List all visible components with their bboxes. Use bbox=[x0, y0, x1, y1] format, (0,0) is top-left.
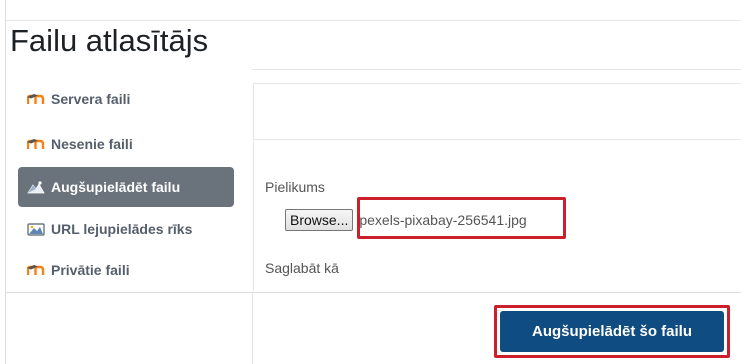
sidebar-item-label: Servera faili bbox=[51, 91, 131, 107]
selected-file-name: pexels-pixabay-256541.jpg bbox=[359, 212, 527, 228]
browse-button[interactable]: Browse... bbox=[285, 209, 354, 231]
sidebar-item-label: Augšupielādēt failu bbox=[51, 179, 181, 195]
file-input[interactable]: Browse... pexels-pixabay-256541.jpg bbox=[285, 208, 527, 232]
upload-repository-icon bbox=[27, 180, 45, 194]
sidebar-item-recent-files[interactable]: Nesenie faili bbox=[18, 124, 234, 164]
page-title: Failu atlasītājs bbox=[10, 23, 209, 58]
footer-divider bbox=[252, 293, 253, 364]
sidebar-item-label: Privātie faili bbox=[51, 262, 130, 278]
moodle-icon bbox=[27, 263, 45, 277]
moodle-icon bbox=[27, 137, 45, 151]
upload-file-button[interactable]: Augšupielādēt šo failu bbox=[500, 311, 724, 352]
sidebar-item-upload-file[interactable]: Augšupielādēt failu bbox=[18, 167, 234, 207]
sidebar-item-private-files[interactable]: Privātie faili bbox=[18, 250, 234, 290]
dialog-footer: Augšupielādēt šo failu bbox=[6, 292, 741, 364]
url-downloader-icon bbox=[27, 222, 45, 236]
repository-sidebar: Servera faili Nesenie faili Augšupielādē… bbox=[6, 69, 252, 291]
file-picker-dialog: Failu atlasītājs Servera faili Nesenie f… bbox=[0, 0, 741, 364]
dialog-header: Failu atlasītājs bbox=[6, 20, 741, 70]
moodle-icon bbox=[27, 92, 45, 106]
upload-form: Pielikums Browse... pexels-pixabay-25654… bbox=[253, 141, 741, 291]
file-picker-toolbar-area bbox=[253, 83, 741, 140]
save-as-label: Saglabāt kā bbox=[265, 260, 339, 276]
attachment-label: Pielikums bbox=[265, 179, 325, 195]
sidebar-item-url-downloader[interactable]: URL lejupielādes rīks bbox=[18, 209, 234, 249]
sidebar-item-label: Nesenie faili bbox=[51, 136, 133, 152]
sidebar-item-server-files[interactable]: Servera faili bbox=[18, 79, 234, 119]
sidebar-item-label: URL lejupielādes rīks bbox=[51, 221, 193, 237]
